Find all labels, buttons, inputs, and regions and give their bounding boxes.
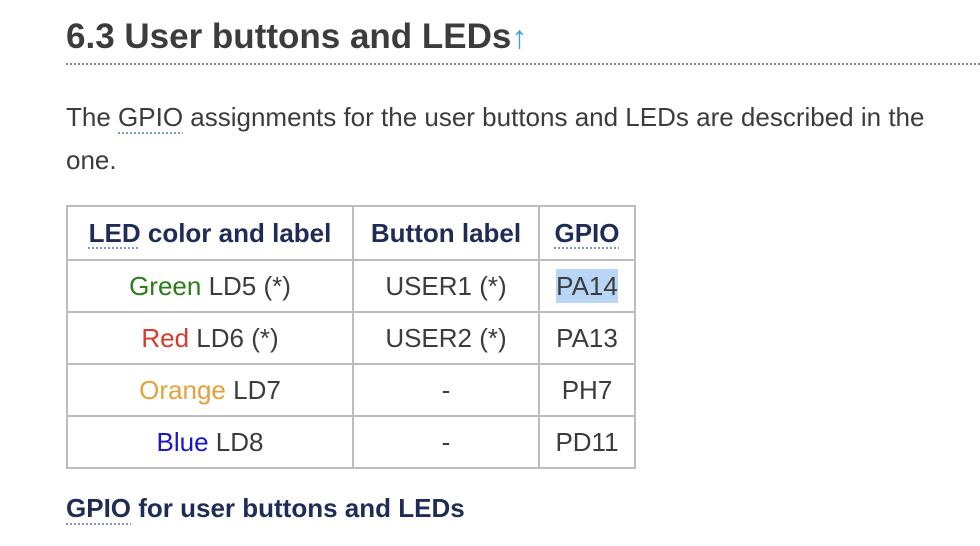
button-cell: - bbox=[352, 363, 540, 417]
header-gpio: GPIO bbox=[538, 205, 636, 261]
paragraph-text: The bbox=[66, 102, 119, 132]
led-label: LD7 bbox=[225, 374, 281, 405]
gpio-abbreviation[interactable]: GPIO bbox=[118, 102, 183, 132]
gpio-cell: PA14 bbox=[538, 259, 636, 313]
led-label: LD5 (*) bbox=[201, 270, 291, 301]
button-cell: - bbox=[352, 415, 540, 469]
header-button-label: Button label bbox=[352, 205, 540, 261]
paragraph-text: assignments for the user buttons and LED… bbox=[183, 102, 925, 132]
gpio-cell: PD11 bbox=[538, 415, 636, 469]
table-row: Orange LD7 - PH7 bbox=[66, 363, 636, 417]
gpio-table: LED color and label Button label GPIO Gr… bbox=[66, 205, 636, 469]
led-cell: Red LD6 (*) bbox=[66, 311, 354, 365]
led-abbreviation[interactable]: LED bbox=[89, 218, 141, 248]
header-text: color and label bbox=[140, 217, 332, 248]
led-cell: Green LD5 (*) bbox=[66, 259, 354, 313]
table-row: Blue LD8 - PD11 bbox=[66, 415, 636, 469]
led-color-word: Red bbox=[141, 322, 190, 353]
table-row: Green LD5 (*) USER1 (*) PA14 bbox=[66, 259, 636, 313]
page: 6.3 User buttons and LEDs↑ The GPIO assi… bbox=[0, 0, 980, 546]
table-row: Red LD6 (*) USER2 (*) PA13 bbox=[66, 311, 636, 365]
table-header-row: LED color and label Button label GPIO bbox=[66, 205, 636, 261]
intro-paragraph: The GPIO assignments for the user button… bbox=[66, 96, 980, 182]
header-led-color-and-label: LED color and label bbox=[66, 205, 354, 261]
gpio-cell: PA13 bbox=[538, 311, 636, 365]
gpio-abbreviation[interactable]: GPIO bbox=[66, 493, 131, 523]
back-to-top-link[interactable]: ↑ bbox=[511, 19, 527, 55]
paragraph-text: one. bbox=[66, 145, 117, 175]
led-label: LD8 bbox=[208, 426, 264, 457]
led-label: LD6 (*) bbox=[189, 322, 279, 353]
section-heading: 6.3 User buttons and LEDs↑ bbox=[66, 14, 527, 60]
section-title: 6.3 User buttons and LEDs bbox=[66, 17, 512, 56]
button-cell: USER2 (*) bbox=[352, 311, 540, 365]
gpio-value-selected: PA14 bbox=[556, 268, 618, 303]
table-caption: GPIO for user buttons and LEDs bbox=[66, 490, 465, 526]
led-cell: Orange LD7 bbox=[66, 363, 354, 417]
caption-text: for user buttons and LEDs bbox=[131, 493, 465, 523]
button-cell: USER1 (*) bbox=[352, 259, 540, 313]
led-color-word: Green bbox=[129, 270, 202, 301]
gpio-abbreviation[interactable]: GPIO bbox=[554, 218, 619, 248]
led-color-word: Blue bbox=[156, 426, 209, 457]
led-cell: Blue LD8 bbox=[66, 415, 354, 469]
gpio-cell: PH7 bbox=[538, 363, 636, 417]
heading-divider bbox=[66, 63, 980, 65]
led-color-word: Orange bbox=[139, 374, 226, 405]
